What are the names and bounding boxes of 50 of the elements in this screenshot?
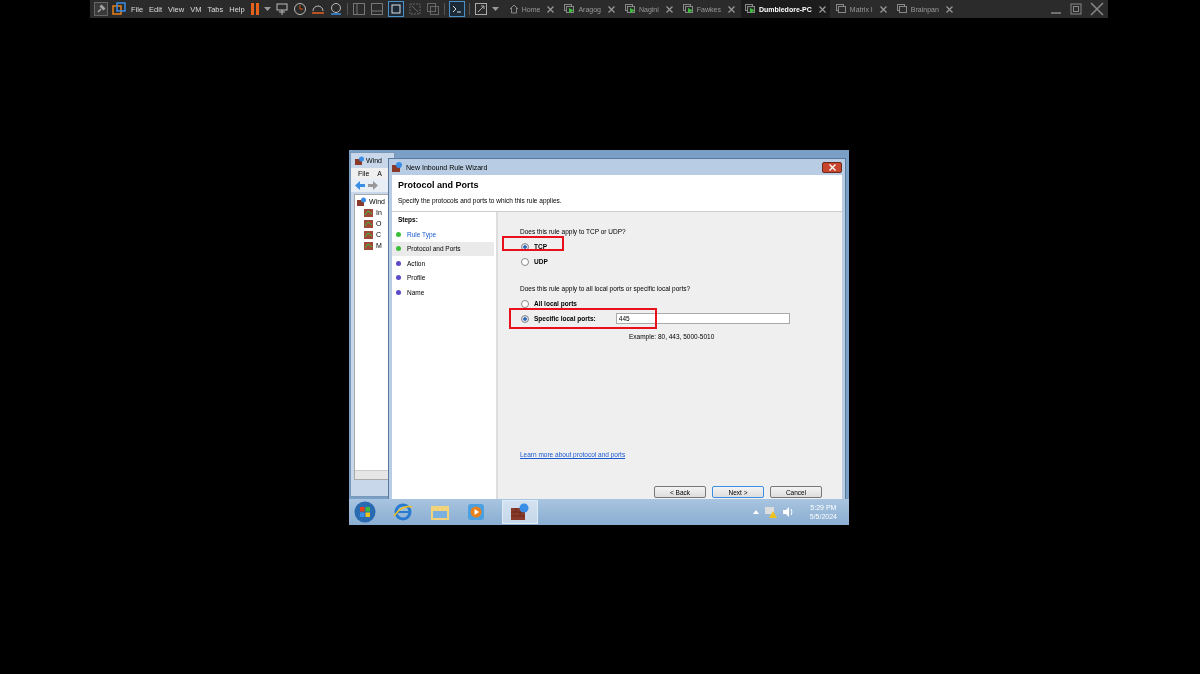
scrollbar[interactable] (355, 470, 390, 479)
close-icon[interactable] (818, 5, 826, 13)
rules-icon (364, 241, 373, 250)
firewall-icon (392, 162, 402, 172)
taskbar-button[interactable] (502, 500, 538, 524)
caret-icon[interactable] (491, 7, 499, 11)
close-icon[interactable] (607, 5, 615, 13)
firewall-icon (355, 156, 364, 165)
house-icon (508, 4, 519, 14)
radio-button[interactable] (521, 257, 529, 266)
firewall-icon (357, 197, 366, 206)
sidebar-icon[interactable] (351, 2, 366, 16)
forward-arrow-icon[interactable] (368, 181, 378, 190)
clock-icon[interactable] (292, 2, 307, 16)
start-orb-icon[interactable] (354, 501, 376, 523)
close-icon[interactable] (665, 5, 673, 13)
radio-button[interactable] (521, 314, 529, 323)
radio-button[interactable] (521, 242, 529, 251)
running-vm-icon (682, 4, 694, 14)
windows-icon[interactable] (425, 2, 440, 16)
vm-icon (835, 4, 847, 14)
caret-icon[interactable] (263, 7, 271, 11)
close-icon[interactable] (945, 5, 953, 13)
browser-icon[interactable] (393, 502, 413, 522)
vm-icon (896, 4, 908, 14)
running-vm-icon (624, 4, 636, 14)
close-icon (828, 163, 836, 171)
radio-button[interactable] (521, 299, 529, 308)
restore-icon[interactable] (1070, 3, 1082, 15)
running-vm-icon (744, 4, 756, 14)
media-player-icon[interactable] (467, 503, 485, 521)
page-heading: Protocol and Ports (398, 180, 480, 190)
close-icon[interactable] (727, 5, 735, 13)
highlight-frame (502, 236, 564, 251)
stretch-icon[interactable] (473, 2, 488, 16)
overlapping-squares-icon[interactable] (112, 2, 126, 16)
firewall-icon (510, 503, 530, 521)
close-icon[interactable] (1090, 2, 1104, 16)
close-icon[interactable] (547, 5, 555, 13)
back-arrow-icon[interactable] (355, 181, 365, 190)
close-button[interactable] (822, 161, 842, 173)
terminal-icon[interactable] (448, 1, 465, 17)
pause-icon[interactable] (249, 2, 260, 16)
thumbnail-bar-icon[interactable] (369, 2, 384, 16)
close-icon[interactable] (879, 5, 887, 13)
rules-icon (364, 230, 373, 239)
rules-icon (364, 219, 373, 228)
running-vm-icon (564, 4, 576, 14)
rules-icon (364, 208, 373, 217)
full-screen-icon[interactable] (387, 1, 404, 17)
